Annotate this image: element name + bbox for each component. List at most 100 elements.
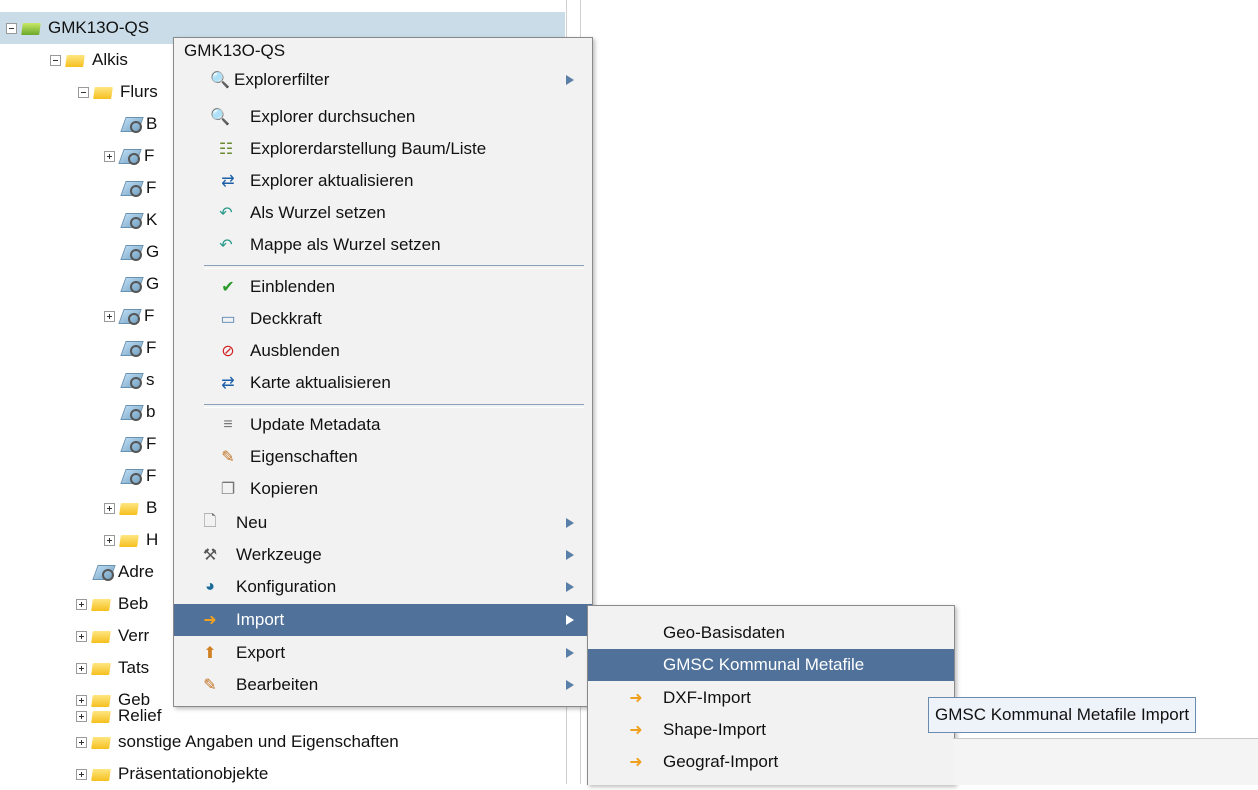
- tree-node-label: F: [146, 338, 157, 357]
- tree-node-label: GMK13O-QS: [48, 18, 150, 37]
- tree-node-flurs[interactable]: Flurs: [78, 76, 158, 108]
- submenu-item-gmsc-kommunal-metafile[interactable]: GMSC Kommunal Metafile: [588, 649, 954, 681]
- menu-item-mappe-als-wurzel[interactable]: ↶ Mappe als Wurzel setzen: [174, 229, 592, 261]
- menu-item-import[interactable]: ➜ Import: [174, 604, 592, 636]
- menu-item-neu[interactable]: 🗋 Neu: [174, 507, 592, 539]
- menu-item-export[interactable]: ⬆ Export: [174, 637, 592, 669]
- opacity-icon: ▭: [220, 311, 236, 328]
- menu-item-label: Deckkraft: [250, 309, 322, 328]
- tree-node-label: F: [144, 146, 155, 165]
- tree-node-layer[interactable]: K: [122, 204, 157, 236]
- menu-item-label: Einblenden: [250, 277, 336, 296]
- expand-icon[interactable]: [76, 630, 87, 642]
- import-icon: ➜: [629, 690, 643, 707]
- menu-item-explorerdarstellung[interactable]: ☷ Explorerdarstellung Baum/Liste: [174, 133, 592, 165]
- tree-node-layer[interactable]: F: [122, 460, 156, 492]
- tree-node-alkis[interactable]: Alkis: [50, 44, 128, 76]
- submenu-item-geograf-import[interactable]: ➜ Geograf-Import: [588, 746, 954, 778]
- menu-item-label: Update Metadata: [250, 415, 381, 434]
- tree-node-label: Verr: [118, 626, 150, 645]
- tree-node-layer[interactable]: s: [122, 364, 155, 396]
- tree-node-label: F: [146, 434, 157, 453]
- explorer-search-icon: 🔍: [210, 109, 230, 126]
- tree-node-layer[interactable]: F: [104, 140, 154, 172]
- menu-item-eigenschaften[interactable]: ✎ Eigenschaften: [174, 441, 592, 473]
- tree-node-folder[interactable]: Beb: [76, 588, 148, 620]
- menu-item-ausblenden[interactable]: ⊘ Ausblenden: [174, 335, 592, 367]
- expand-icon[interactable]: [76, 710, 87, 722]
- tree-node-layer[interactable]: F: [104, 300, 154, 332]
- layer-icon: [94, 563, 114, 581]
- expand-icon[interactable]: [104, 150, 115, 162]
- collapse-icon[interactable]: [6, 22, 17, 34]
- tree-node-label: Tats: [118, 658, 150, 677]
- tree-node-layer[interactable]: G: [122, 268, 159, 300]
- expand-icon[interactable]: [76, 736, 87, 748]
- menu-item-label: Geograf-Import: [663, 752, 779, 771]
- menu-item-explorer-aktualisieren[interactable]: ⇄ Explorer aktualisieren: [174, 165, 592, 197]
- configuration-icon: ◕: [205, 578, 215, 595]
- submenu-item-geo-basisdaten[interactable]: Geo-Basisdaten: [588, 617, 954, 649]
- tree-node-layer[interactable]: F: [122, 332, 156, 364]
- refresh-icon: ⇄: [221, 173, 235, 190]
- collapse-icon[interactable]: [78, 86, 89, 98]
- expand-icon[interactable]: [76, 768, 87, 780]
- folder-icon: [92, 660, 112, 676]
- menu-item-deckkraft[interactable]: ▭ Deckkraft: [174, 303, 592, 335]
- tree-node-label: b: [146, 402, 156, 421]
- expand-icon[interactable]: [104, 310, 115, 322]
- tree-node-label: Relief: [118, 706, 162, 725]
- tree-node-folder[interactable]: Tats: [76, 652, 149, 684]
- expand-icon[interactable]: [104, 534, 115, 546]
- menu-item-update-metadata[interactable]: ≡ Update Metadata: [174, 409, 592, 441]
- folder-root-icon: ↶: [219, 237, 233, 254]
- tree-node-label: F: [146, 178, 157, 197]
- set-root-icon: ↶: [219, 205, 233, 222]
- submenu-arrow-icon: [566, 550, 574, 560]
- menu-item-konfiguration[interactable]: ◕ Konfiguration: [174, 571, 592, 603]
- menu-item-label: Mappe als Wurzel setzen: [250, 235, 441, 254]
- expand-icon[interactable]: [104, 502, 115, 514]
- folder-icon: [120, 500, 140, 516]
- tree-node-root[interactable]: GMK13O-QS: [6, 12, 149, 44]
- layer-icon: [120, 307, 140, 325]
- show-layer-icon: ✔: [221, 279, 235, 296]
- tree-node-layer[interactable]: Adre: [94, 556, 154, 588]
- tree-node-layer[interactable]: b: [122, 396, 155, 428]
- tree-node-folder[interactable]: sonstige Angaben und Eigenschaften: [76, 726, 399, 758]
- tree-list-icon: ☷: [218, 141, 234, 158]
- layer-icon: [122, 243, 142, 261]
- menu-item-karte-aktualisieren[interactable]: ⇄ Karte aktualisieren: [174, 367, 592, 399]
- tree-node-label: B: [146, 498, 158, 517]
- menu-item-einblenden[interactable]: ✔ Einblenden: [174, 271, 592, 303]
- tree-node-layer[interactable]: G: [122, 236, 159, 268]
- menu-item-kopieren[interactable]: ❐ Kopieren: [174, 473, 592, 505]
- tree-node-folder[interactable]: Verr: [76, 620, 149, 652]
- tree-node-folder[interactable]: H: [104, 524, 158, 556]
- collapse-icon[interactable]: [50, 54, 61, 66]
- menu-item-als-wurzel[interactable]: ↶ Als Wurzel setzen: [174, 197, 592, 229]
- tree-node-label: Alkis: [92, 50, 128, 69]
- tree-node-label: G: [146, 274, 160, 293]
- tree-node-layer[interactable]: F: [122, 428, 156, 460]
- tree-node-layer[interactable]: B: [122, 108, 157, 140]
- menu-item-bearbeiten[interactable]: ✎ Bearbeiten: [174, 669, 592, 701]
- tree-node-folder[interactable]: Präsentationobjekte: [76, 758, 268, 790]
- explorer-filter-icon: 🔍: [210, 72, 230, 89]
- tree-node-layer[interactable]: F: [122, 172, 156, 204]
- expand-icon[interactable]: [76, 598, 87, 610]
- refresh-icon: ⇄: [221, 375, 235, 392]
- folder-icon: [92, 708, 112, 724]
- tree-node-folder[interactable]: B: [104, 492, 157, 524]
- layer-icon: [122, 115, 142, 133]
- submenu-arrow-icon: [566, 582, 574, 592]
- menu-separator: [204, 265, 584, 269]
- expand-icon[interactable]: [76, 662, 87, 674]
- submenu-item-dxf-import[interactable]: ➜ DXF-Import: [588, 682, 954, 714]
- menu-item-explorerfilter[interactable]: 🔍 Explorerfilter: [174, 64, 592, 96]
- menu-item-label: Karte aktualisieren: [250, 373, 391, 392]
- menu-item-explorer-durchsuchen[interactable]: 🔍 Explorer durchsuchen: [174, 101, 592, 133]
- submenu-item-shape-import[interactable]: ➜ Shape-Import: [588, 714, 954, 746]
- menu-item-werkzeuge[interactable]: ⚒ Werkzeuge: [174, 539, 592, 571]
- tree-node-label: Adre: [118, 562, 154, 581]
